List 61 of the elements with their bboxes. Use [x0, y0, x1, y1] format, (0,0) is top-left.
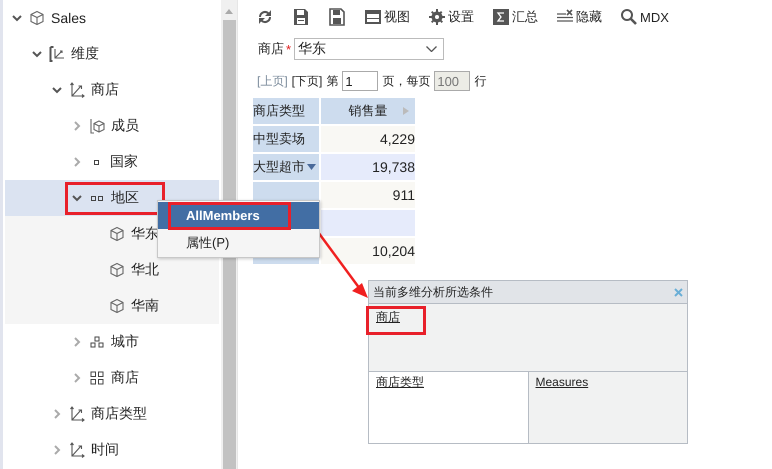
column-header[interactable]: 商店类型 — [253, 98, 319, 124]
squares-icon — [91, 196, 103, 200]
store-select[interactable]: 华东 — [294, 38, 444, 60]
settings-icon — [428, 8, 446, 26]
menu-item[interactable]: AllMembers — [158, 202, 319, 229]
table-cell: 19,738 — [321, 154, 415, 180]
tree-item[interactable]: 维度 — [5, 36, 219, 72]
tree-item[interactable]: 商店类型 — [5, 396, 219, 432]
toolbar-button[interactable]: 视图 — [360, 5, 414, 29]
triangle-right-icon — [403, 107, 409, 115]
pager-text: 第 — [326, 72, 338, 90]
table-cell: 4,229 — [321, 126, 415, 152]
cube-icon — [109, 262, 125, 278]
refresh-icon — [256, 8, 274, 26]
table-cell: 10,204 — [321, 238, 415, 264]
next-page-link[interactable]: [下页] — [292, 72, 322, 90]
axes-icon — [49, 46, 65, 62]
pointer-arrow — [317, 231, 368, 298]
cube-icon — [109, 226, 125, 242]
tree-item[interactable]: 国家 — [5, 144, 219, 180]
toolbar-button[interactable]: 隐藏 — [552, 5, 606, 29]
axes-icon — [69, 406, 85, 422]
table-cell: 911 — [321, 182, 415, 208]
floppy-icon — [292, 8, 310, 26]
dropdown-triangle-icon[interactable] — [307, 164, 316, 170]
condition-link[interactable]: 商店类型 — [376, 375, 424, 389]
layout-icon — [364, 8, 382, 26]
grid-icon — [89, 370, 105, 386]
toolbar-button[interactable]: 汇总 — [488, 5, 542, 29]
panel-title: 当前多维分析所选条件 — [373, 284, 493, 300]
page-number-field[interactable]: 1 — [342, 71, 378, 91]
column-header[interactable]: 销售量 — [321, 98, 415, 124]
tree-item[interactable]: Sales — [5, 0, 219, 36]
tree-item[interactable]: 城市 — [5, 324, 219, 360]
cube-icon — [29, 10, 45, 26]
page-size-field[interactable]: 100 — [434, 71, 470, 91]
toolbar-button[interactable]: 设置 — [424, 5, 478, 29]
filter-label: 商店 — [258, 40, 284, 58]
squares-icon — [89, 334, 105, 350]
tree-item[interactable]: 时间 — [5, 432, 219, 468]
tree-item[interactable]: 商店 — [5, 360, 219, 396]
tree-item[interactable]: 华南 — [5, 288, 219, 324]
tree-item[interactable]: 成员 — [5, 108, 219, 144]
condition-link[interactable]: 商店 — [376, 310, 400, 324]
axes-icon — [69, 442, 85, 458]
toolbar-button[interactable]: MDX — [616, 5, 673, 29]
row-header: 大型超市 — [253, 154, 319, 180]
pager-text: 行 — [474, 72, 486, 90]
search-icon — [620, 8, 638, 26]
chevron-down-icon — [426, 46, 438, 52]
cube-icon — [89, 118, 105, 134]
pager-text: 页，每页 — [382, 72, 430, 90]
condition-link[interactable]: Measures — [536, 375, 588, 389]
cube-icon — [109, 298, 125, 314]
tree-item[interactable]: 商店 — [5, 72, 219, 108]
required-mark: * — [286, 42, 292, 56]
square-icon — [94, 160, 99, 164]
sigma-icon — [492, 8, 510, 26]
floppy-icon — [328, 8, 346, 26]
row-header: 中型卖场 — [253, 126, 319, 152]
axes-icon — [69, 82, 85, 98]
